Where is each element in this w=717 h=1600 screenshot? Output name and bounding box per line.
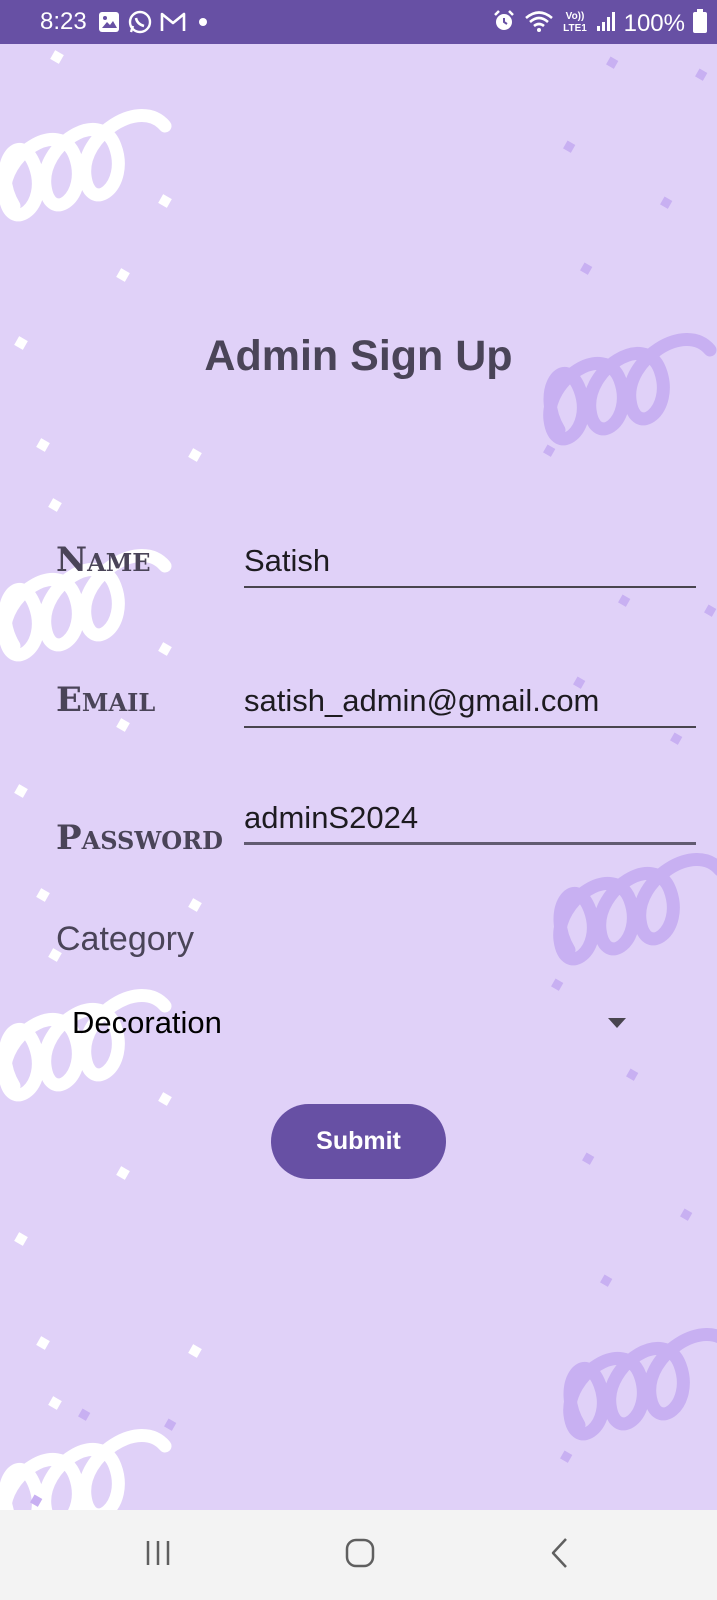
gallery-icon	[98, 11, 120, 38]
email-input[interactable]	[244, 680, 696, 728]
submit-button[interactable]: Submit	[271, 1104, 446, 1179]
whatsapp-icon	[128, 10, 152, 39]
wifi-icon	[524, 9, 554, 38]
home-icon	[344, 1537, 376, 1574]
svg-text:Vo)): Vo))	[565, 11, 584, 22]
alarm-icon	[492, 9, 516, 38]
recent-apps-button[interactable]	[128, 1530, 188, 1580]
recent-apps-icon	[143, 1539, 173, 1572]
status-bar: 8:23 Vo)) LTE1 100%	[0, 0, 717, 44]
name-label: Name	[56, 540, 151, 580]
back-icon	[548, 1537, 572, 1574]
volte-icon: Vo)) LTE1	[562, 8, 588, 39]
password-input[interactable]	[244, 797, 696, 845]
dropdown-arrow-icon	[608, 1018, 626, 1028]
status-time: 8:23	[40, 8, 87, 35]
battery-icon	[693, 9, 707, 38]
email-label: Email	[56, 680, 156, 720]
category-dropdown[interactable]: Decoration	[58, 995, 638, 1051]
battery-percentage: 100%	[623, 9, 685, 37]
navigation-bar	[0, 1510, 717, 1600]
svg-text:LTE1: LTE1	[563, 23, 587, 34]
signal-icon	[596, 9, 616, 38]
home-button[interactable]	[330, 1530, 390, 1580]
back-button[interactable]	[530, 1530, 590, 1580]
category-selected-value: Decoration	[72, 1005, 222, 1040]
category-label: Category	[56, 920, 194, 958]
gmail-icon	[160, 11, 186, 38]
name-input[interactable]	[244, 540, 696, 588]
dot-icon	[194, 13, 212, 36]
background-decoration	[0, 50, 717, 1510]
page-title: Admin Sign Up	[204, 332, 513, 380]
password-label: Password	[56, 818, 223, 858]
